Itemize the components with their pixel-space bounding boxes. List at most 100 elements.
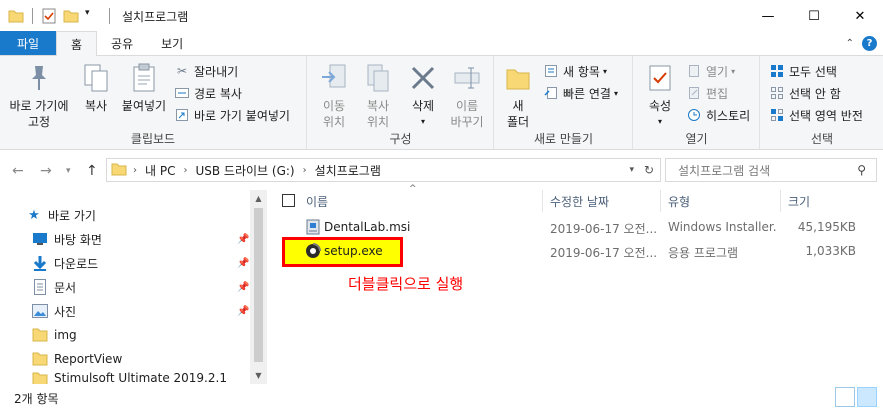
back-arrow-icon[interactable]: ← (12, 163, 24, 179)
scroll-up-icon[interactable]: ▲ (250, 190, 267, 207)
properties-button[interactable]: 속성 ▾ (640, 62, 680, 130)
folder-icon (502, 62, 534, 94)
column-divider[interactable] (660, 190, 661, 212)
column-header-type[interactable]: 유형 (668, 190, 778, 212)
dropdown-arrow-icon: ▾ (602, 66, 607, 76)
search-input[interactable]: 설치프로그램 검색 ⚲ (665, 158, 877, 182)
dropdown-arrow-icon: ▾ (613, 88, 618, 98)
delete-x-icon (407, 62, 439, 94)
help-icon[interactable]: ? (862, 36, 877, 51)
up-arrow-icon[interactable]: ↑ (86, 163, 98, 179)
easy-access-button[interactable]: 빠른 연결 ▾ (543, 83, 618, 103)
file-date: 2019-06-17 오전... (550, 222, 656, 236)
large-icons-view-icon[interactable] (857, 387, 877, 407)
qat-divider (109, 8, 110, 24)
move-to-button[interactable]: 이동 위치 (314, 62, 354, 130)
scrollbar-thumb[interactable] (254, 208, 263, 362)
tab-file[interactable]: 파일 (0, 31, 56, 55)
ribbon: 바로 가기에 고정 복사 붙여넣기 ✂ 잘라내기 경로 복사 바로 가기 붙여넣… (0, 56, 883, 150)
pin-icon[interactable]: 📌 (237, 234, 249, 245)
nav-item-img[interactable]: img (32, 323, 282, 347)
breadcrumb-current-folder[interactable]: 설치프로그램 (315, 162, 381, 179)
minimize-button[interactable]: — (745, 0, 791, 32)
new-item-button[interactable]: 새 항목 ▾ (543, 61, 607, 81)
invert-selection-button[interactable]: 선택 영역 반전 (769, 105, 863, 125)
file-size: 45,195KB (797, 220, 856, 234)
address-dropdown-icon[interactable]: ▾ (629, 165, 634, 175)
refresh-icon[interactable]: ↻ (644, 163, 654, 177)
tab-view[interactable]: 보기 (147, 31, 197, 55)
search-icon: ⚲ (857, 163, 866, 177)
properties-check-icon[interactable] (41, 8, 57, 24)
maximize-button[interactable]: ☐ (791, 0, 837, 32)
column-header-size[interactable]: 크기 (788, 190, 868, 212)
details-view-icon[interactable] (835, 387, 855, 407)
paste-shortcut-icon (174, 107, 190, 123)
new-group-label: 새로 만들기 (533, 132, 593, 146)
select-all-checkbox[interactable] (282, 194, 295, 207)
history-icon (686, 107, 702, 123)
delete-button[interactable]: 삭제 ▾ (404, 62, 442, 130)
column-header-name[interactable]: 이름 (306, 190, 536, 212)
pin-quick-access-button[interactable]: 바로 가기에 고정 (6, 62, 72, 130)
history-button[interactable]: 히스토리 (686, 105, 750, 125)
qat-divider (32, 8, 33, 24)
tab-share[interactable]: 공유 (97, 31, 147, 55)
address-bar[interactable]: › 내 PC › USB 드라이브 (G:) › 설치프로그램 ▾ ↻ (106, 158, 661, 182)
scroll-down-icon[interactable]: ▼ (250, 367, 267, 384)
breadcrumb-usb-drive[interactable]: USB 드라이브 (G:) (195, 162, 294, 179)
annotation-text: 더블클릭으로 실행 (348, 275, 464, 293)
nav-item-quick-access[interactable]: ★ 바로 가기 (26, 203, 276, 227)
pin-icon[interactable]: 📌 (237, 282, 249, 293)
nav-pane-scrollbar[interactable]: ▲ ▼ (250, 190, 267, 384)
column-header-date[interactable]: 수정한 날짜 (550, 190, 660, 212)
copy-path-icon (174, 85, 190, 101)
select-group-label: 선택 (810, 132, 834, 146)
select-all-button[interactable]: 모두 선택 (769, 61, 837, 81)
breadcrumb-separator-icon: › (302, 164, 307, 176)
folder-icon (32, 327, 48, 343)
column-divider[interactable] (542, 190, 543, 212)
copy-path-button[interactable]: 경로 복사 (174, 83, 242, 103)
open-group-label: 열기 (685, 132, 708, 146)
breadcrumb-this-pc[interactable]: 내 PC (145, 162, 175, 179)
rename-icon (451, 62, 483, 94)
select-none-button[interactable]: 선택 안 함 (769, 83, 841, 103)
customize-qat-icon[interactable]: ▾ (85, 8, 101, 24)
edit-button[interactable]: 편집 (686, 83, 728, 103)
setup-app-icon (305, 243, 321, 262)
file-name: DentalLab.msi (324, 220, 411, 234)
folder-icon (111, 162, 127, 179)
desktop-icon (32, 231, 48, 247)
copy-button[interactable]: 복사 (76, 62, 116, 114)
folder-icon (8, 8, 24, 24)
rename-button[interactable]: 이름 바꾸기 (446, 62, 488, 130)
table-row[interactable]: setup.exe 2019-06-17 오전... 응용 프로그램 1,033… (270, 241, 870, 263)
cut-button[interactable]: ✂ 잘라내기 (174, 61, 238, 81)
nav-item-stimulsoft[interactable]: Stimulsoft Ultimate 2019.2.1 (32, 371, 242, 384)
nav-item-reportview[interactable]: ReportView (32, 347, 282, 371)
move-to-icon (318, 62, 350, 94)
dropdown-arrow-icon: ▾ (420, 117, 425, 126)
paste-button[interactable]: 붙여넣기 (118, 62, 170, 114)
paste-shortcut-button[interactable]: 바로 가기 붙여넣기 (174, 105, 290, 125)
copy-to-button[interactable]: 복사 위치 (358, 62, 398, 130)
file-type: 응용 프로그램 (668, 246, 739, 260)
close-button[interactable]: ✕ (837, 0, 883, 32)
open-button[interactable]: 열기 ▾ (686, 61, 735, 81)
ribbon-collapse-icon[interactable]: ⌃ (846, 38, 854, 49)
navigation-pane: ★ 바로 가기 바탕 화면 📌 다운로드 📌 문서 📌 사진 📌 img Rep… (0, 190, 268, 384)
recent-locations-icon[interactable]: ▾ (66, 166, 71, 176)
forward-arrow-icon[interactable]: → (40, 163, 52, 179)
tab-home[interactable]: 홈 (56, 31, 98, 56)
table-row[interactable]: DentalLab.msi 2019-06-17 오전... Windows I… (270, 217, 870, 239)
pin-icon[interactable]: 📌 (237, 306, 249, 317)
title-bar: ▾ 설치프로그램 — ☐ ✕ (0, 0, 883, 32)
pin-icon[interactable]: 📌 (237, 258, 249, 269)
copy-icon (80, 62, 112, 94)
new-folder-icon[interactable] (63, 8, 79, 24)
organize-group: 이동 위치 복사 위치 삭제 ▾ 이름 바꾸기 구성 (308, 56, 494, 150)
new-folder-button[interactable]: 새 폴더 (501, 62, 535, 130)
column-divider[interactable] (780, 190, 781, 212)
download-icon (32, 255, 48, 271)
